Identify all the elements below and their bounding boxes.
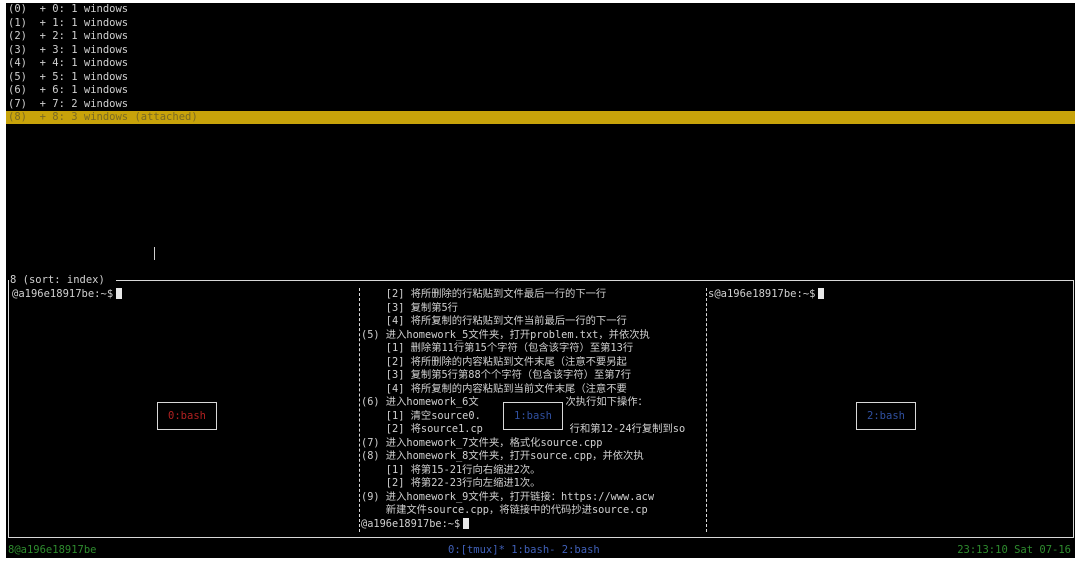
session-row[interactable]: (7) + 7: 2 windows (8, 98, 128, 111)
session-row[interactable]: (1) + 1: 1 windows (8, 17, 128, 30)
terminal-line: [2] 将所删除的内容粘贴到文件末尾（注意不要另起 (361, 355, 627, 368)
session-row-selected[interactable]: (8) + 8: 3 windows (attached) (6, 111, 1075, 124)
session-row[interactable]: (6) + 6: 1 windows (8, 84, 128, 97)
pane-0-prompt: @a196e18917be:~$ (12, 288, 123, 301)
terminal-line: [3] 复制第5行第88个个字符（包含该字符）至第7行 (361, 369, 632, 381)
terminal-line: [4] 将所复制的行粘贴到文件当前最后一行的下一行 (361, 315, 627, 327)
status-clock: 23:13:10 Sat 07-16 (957, 544, 1071, 556)
text-cursor (154, 247, 155, 260)
terminal-line: (8) 进入homework_8文件夹，打开source.cpp，并依次执 (361, 450, 644, 462)
terminal-line: [2] 将第22-23行向左缩进1次。 (361, 477, 541, 489)
block-cursor (116, 288, 123, 299)
pane-label-0: 0:bash (157, 402, 217, 430)
session-row[interactable]: (3) + 3: 1 windows (8, 44, 128, 57)
terminal-line: [1] 删除第11行第15个字符（包含该字符）至第13行 (361, 342, 634, 354)
session-row[interactable]: (4) + 4: 1 windows (8, 57, 128, 70)
terminal-line: (9) 进入homework_9文件夹，打开链接：https://www.acw (361, 490, 655, 503)
terminal-line: 新建文件source.cpp，将链接中的代码抄进source.cp (361, 504, 648, 516)
block-cursor (463, 517, 470, 529)
terminal-line: (5) 进入homework_5文件夹，打开problem.txt，并依次执 (361, 328, 650, 341)
terminal-line: [3] 复制第5行 (361, 301, 458, 314)
pane-1-prompt: @a196e18917be:~$ (361, 517, 470, 532)
terminal-line: [4] 将所复制的内容粘贴到当前文件末尾（注意不要 (361, 382, 627, 395)
terminal-line: (7) 进入homework_7文件夹，格式化source.cpp (361, 436, 603, 449)
terminal-line: [1] 清空source0. (361, 409, 481, 422)
status-window-list[interactable]: 0:[tmux]* 1:bash- 2:bash (448, 544, 600, 557)
status-session: 8@a196e18917be (8, 544, 97, 556)
terminal-line: [1] 将第15-21行向右缩进2次。 (361, 463, 541, 476)
pane-label-1: 1:bash (503, 402, 563, 430)
terminal-line: [2] 将所删除的行粘贴到文件最后一行的下一行 (361, 288, 607, 300)
pane-2-prompt: s@a196e18917be:~$ (708, 288, 825, 301)
tmux-terminal[interactable]: (0) + 0: 1 windows (1) + 1: 1 windows (2… (6, 3, 1075, 558)
session-row[interactable]: (5) + 5: 1 windows (8, 71, 128, 84)
session-row[interactable]: (0) + 0: 1 windows (8, 3, 128, 16)
block-cursor (818, 288, 825, 299)
preview-title: 8 (sort: index) (9, 274, 106, 287)
session-row[interactable]: (2) + 2: 1 windows (8, 30, 128, 43)
pane-label-2: 2:bash (856, 402, 916, 430)
